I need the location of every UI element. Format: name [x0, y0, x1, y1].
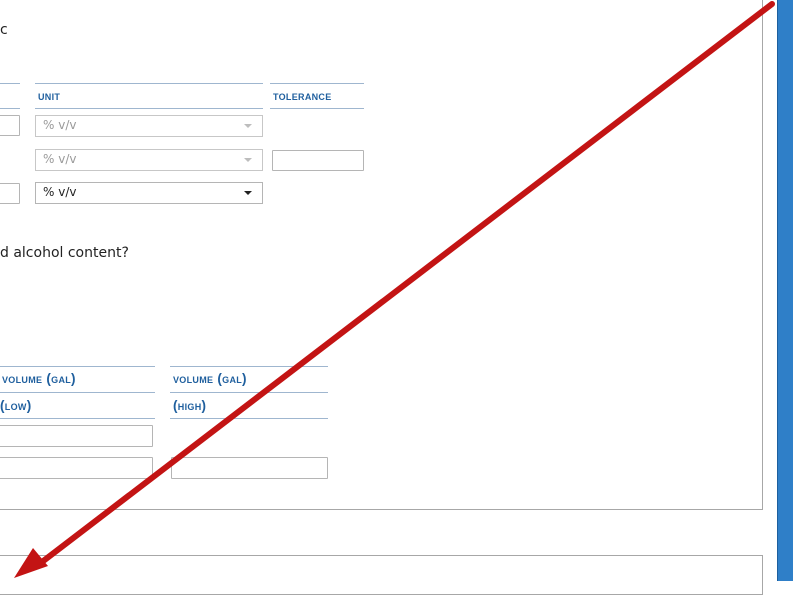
- abv-value-input[interactable]: [0, 183, 20, 204]
- header-rule: [0, 83, 20, 84]
- header-rule: [35, 108, 263, 109]
- tolerance-input[interactable]: [272, 150, 364, 171]
- chevron-down-icon: [244, 124, 252, 128]
- volume-high-header: Volume (gal): [173, 371, 247, 386]
- volume-low-header: Volume (gal): [2, 371, 76, 386]
- unit-column-header: Unit: [38, 88, 61, 103]
- volume-low-input[interactable]: [0, 457, 153, 479]
- header-rule: [0, 392, 155, 393]
- unit-select-value: % v/v: [43, 118, 77, 132]
- header-rule: [270, 83, 364, 84]
- volume-low-input[interactable]: [0, 425, 153, 447]
- unit-select-value: % v/v: [43, 185, 77, 199]
- chevron-down-icon: [244, 158, 252, 162]
- volume-high-input[interactable]: [171, 457, 328, 479]
- intro-text: c: [0, 22, 8, 38]
- right-side-bar: [777, 0, 793, 581]
- header-rule: [35, 83, 263, 84]
- unit-select[interactable]: % v/v: [35, 182, 263, 204]
- unit-select-value: % v/v: [43, 152, 77, 166]
- chevron-down-icon: [244, 191, 252, 195]
- unit-select[interactable]: % v/v: [35, 115, 263, 137]
- header-rule: [170, 392, 328, 393]
- next-section-panel: [0, 555, 763, 595]
- header-rule: [170, 366, 328, 367]
- header-rule: [0, 418, 155, 419]
- header-rule: [170, 418, 328, 419]
- volume-low-subheader: (low): [0, 398, 32, 413]
- header-rule: [0, 366, 155, 367]
- unit-select[interactable]: % v/v: [35, 149, 263, 171]
- alcohol-content-question: d alcohol content?: [0, 245, 129, 261]
- header-rule: [0, 108, 20, 109]
- tolerance-column-header: Tolerance: [273, 88, 332, 103]
- volume-high-subheader: (high): [173, 398, 207, 413]
- header-rule: [270, 108, 364, 109]
- abv-value-input[interactable]: [0, 115, 20, 136]
